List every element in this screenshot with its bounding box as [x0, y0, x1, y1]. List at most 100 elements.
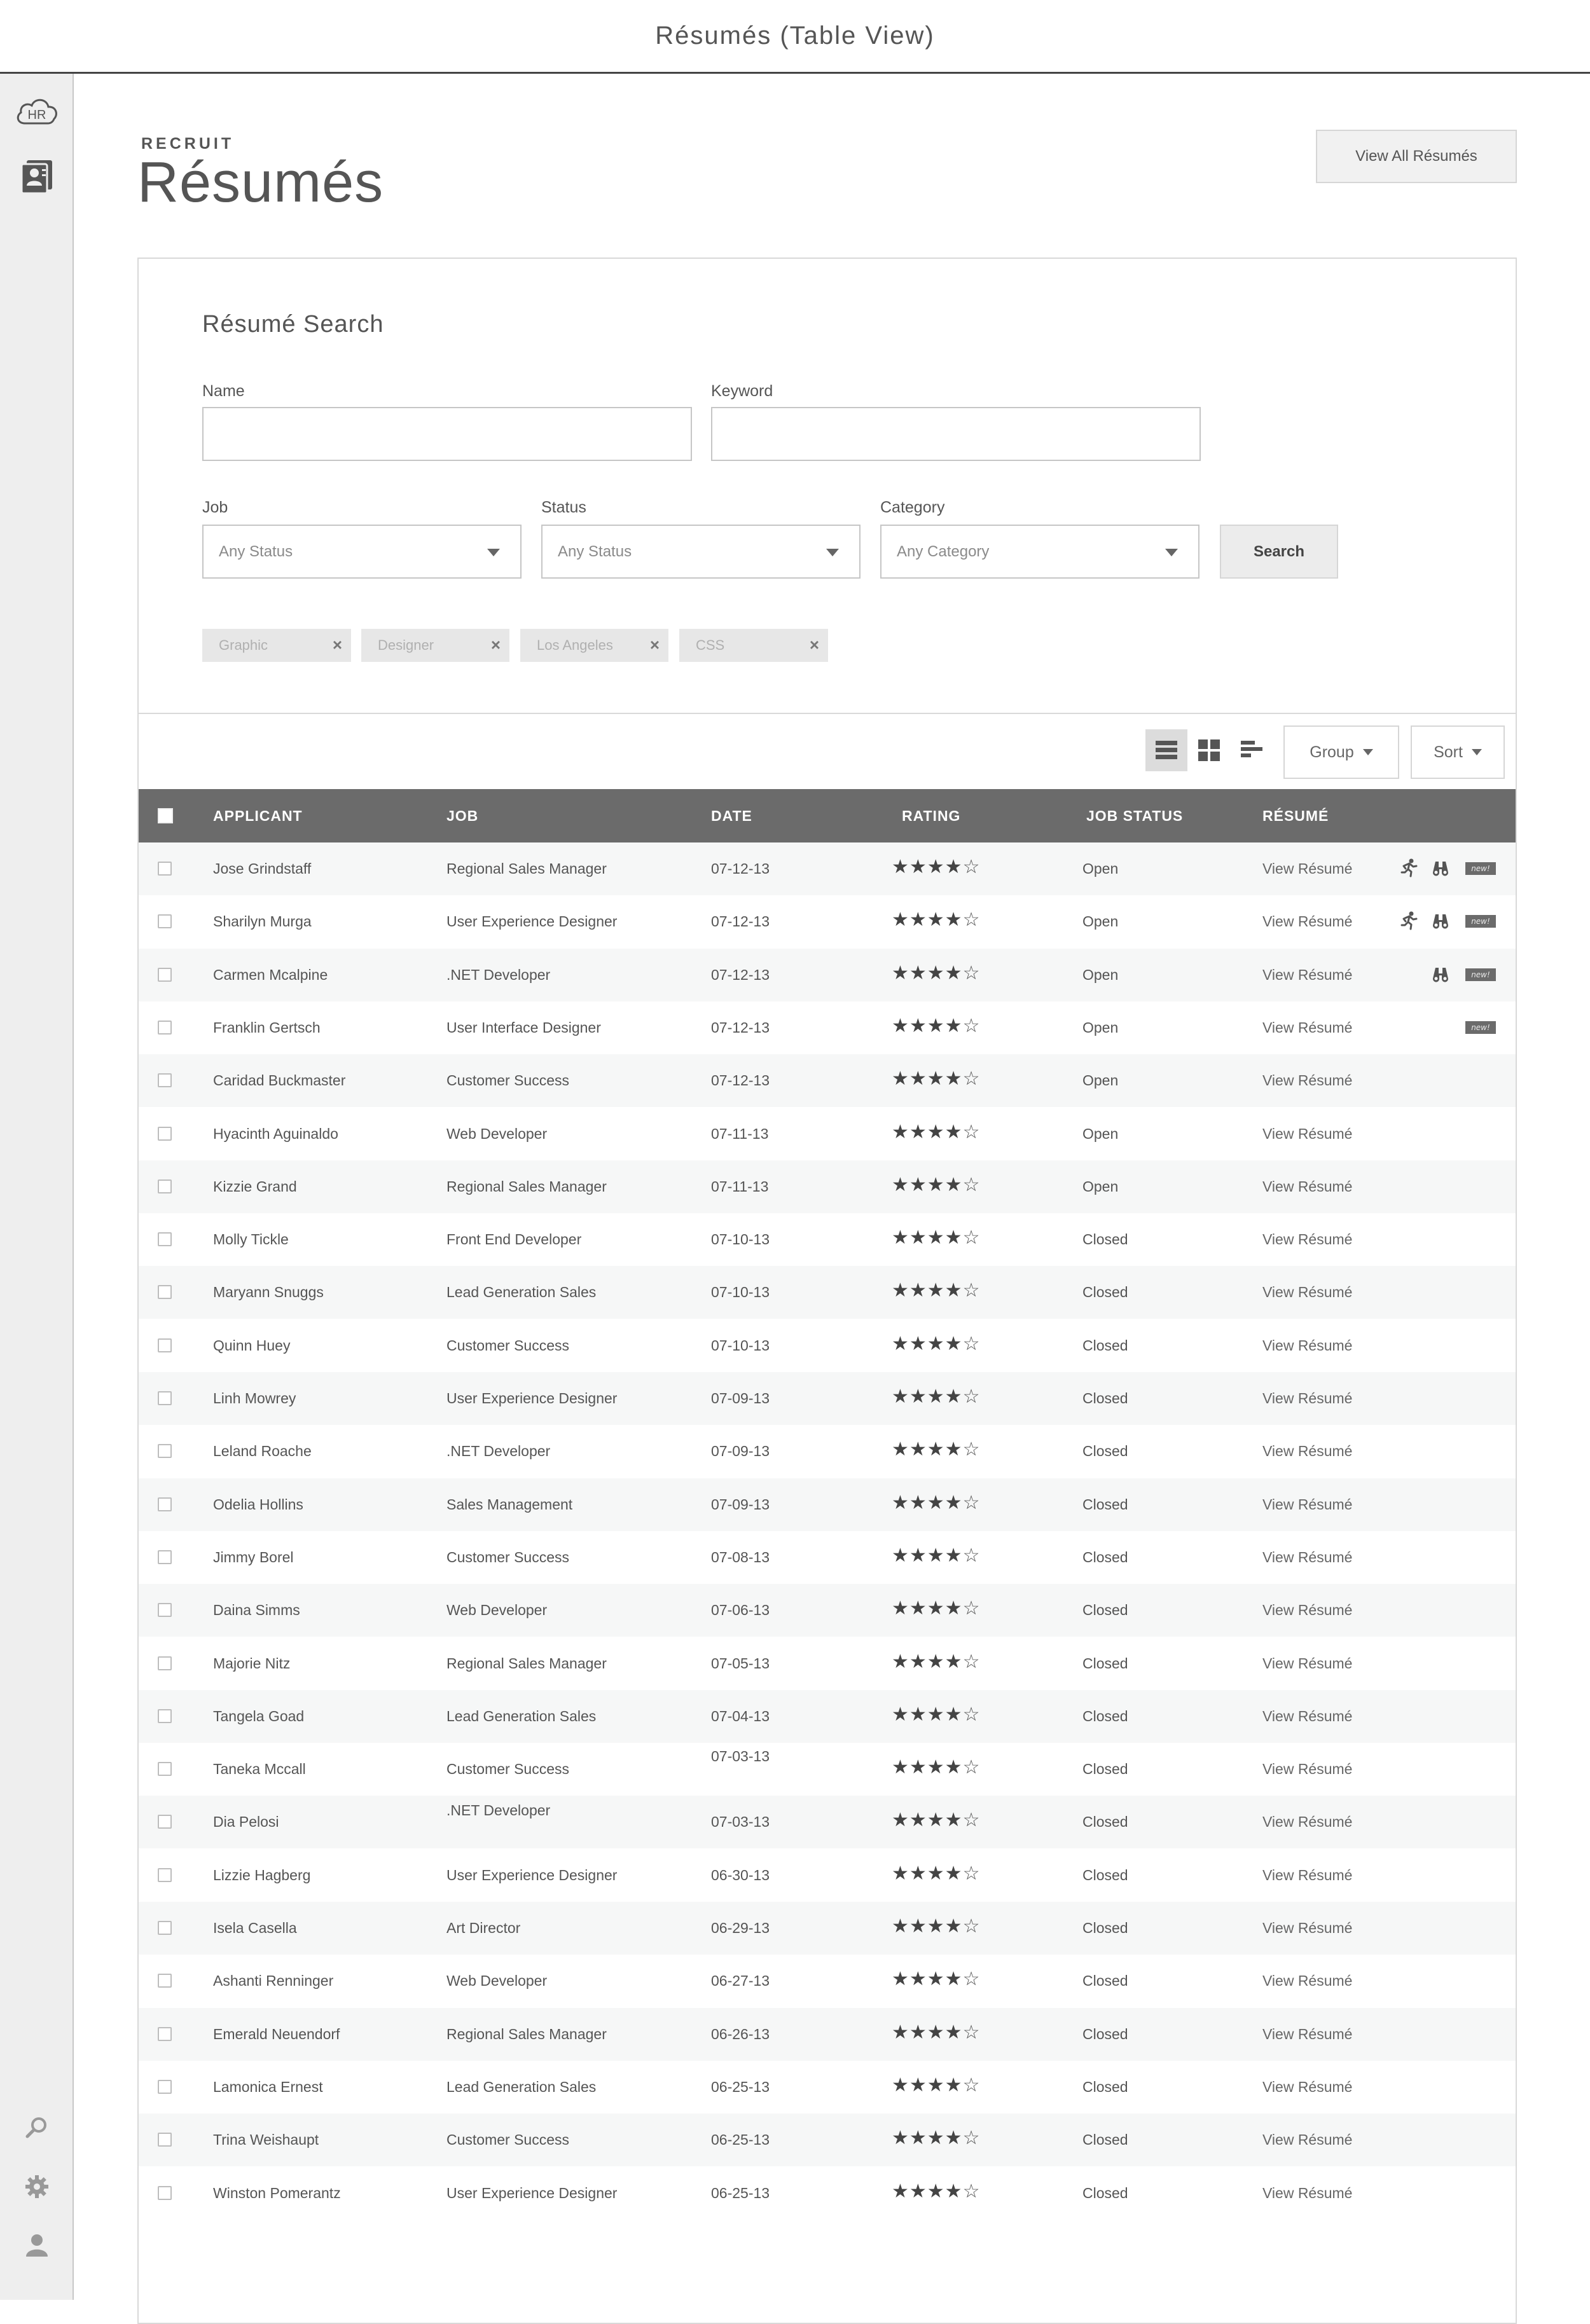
- table-row[interactable]: Carmen Mcalpine .NET Developer 07-12-13 …: [139, 949, 1516, 1001]
- list-view-icon[interactable]: [1145, 729, 1187, 771]
- row-checkbox[interactable]: [158, 1497, 172, 1511]
- view-resume-link[interactable]: View Résumé: [1262, 1655, 1352, 1672]
- row-checkbox[interactable]: [158, 2080, 172, 2094]
- rating-stars[interactable]: ★★★★☆: [892, 856, 980, 878]
- view-resume-link[interactable]: View Résumé: [1262, 913, 1352, 930]
- rating-stars[interactable]: ★★★★☆: [892, 962, 980, 984]
- rating-stars[interactable]: ★★★★☆: [892, 1703, 980, 1726]
- filter-chip[interactable]: CSS ×: [679, 629, 828, 662]
- name-input[interactable]: [202, 407, 692, 461]
- job-select[interactable]: Any Status: [202, 525, 522, 579]
- rating-stars[interactable]: ★★★★☆: [892, 1862, 980, 1885]
- table-row[interactable]: Ashanti Renninger Web Developer 06-27-13…: [139, 1955, 1516, 2007]
- table-row[interactable]: Caridad Buckmaster Customer Success 07-1…: [139, 1054, 1516, 1107]
- keyword-input[interactable]: [711, 407, 1201, 461]
- filter-chip[interactable]: Los Angeles ×: [520, 629, 668, 662]
- view-resume-link[interactable]: View Résumé: [1262, 1972, 1352, 1990]
- column-header-job[interactable]: JOB: [446, 789, 478, 842]
- grid-view-icon[interactable]: [1188, 729, 1230, 771]
- table-row[interactable]: Majorie Nitz Regional Sales Manager 07-0…: [139, 1637, 1516, 1690]
- row-checkbox[interactable]: [158, 1921, 172, 1935]
- view-resume-link[interactable]: View Résumé: [1262, 1443, 1352, 1460]
- row-checkbox[interactable]: [158, 1021, 172, 1035]
- row-checkbox[interactable]: [158, 1868, 172, 1882]
- view-resume-link[interactable]: View Résumé: [1262, 1761, 1352, 1778]
- select-all-checkbox[interactable]: [158, 808, 173, 823]
- close-icon[interactable]: ×: [491, 636, 501, 653]
- rating-stars[interactable]: ★★★★☆: [892, 1174, 980, 1196]
- close-icon[interactable]: ×: [333, 636, 342, 653]
- row-checkbox[interactable]: [158, 1285, 172, 1299]
- table-row[interactable]: Sharilyn Murga User Experience Designer …: [139, 895, 1516, 948]
- rating-stars[interactable]: ★★★★☆: [892, 1015, 980, 1037]
- row-checkbox[interactable]: [158, 1815, 172, 1829]
- category-select[interactable]: Any Category: [880, 525, 1199, 579]
- table-row[interactable]: Maryann Snuggs Lead Generation Sales 07-…: [139, 1266, 1516, 1319]
- view-resume-link[interactable]: View Résumé: [1262, 1920, 1352, 1937]
- view-resume-link[interactable]: View Résumé: [1262, 2185, 1352, 2202]
- column-header-date[interactable]: DATE: [711, 789, 752, 842]
- search-icon[interactable]: [0, 2116, 74, 2139]
- view-resume-link[interactable]: View Résumé: [1262, 1284, 1352, 1301]
- rating-stars[interactable]: ★★★★☆: [892, 1915, 980, 1937]
- table-row[interactable]: Leland Roache .NET Developer 07-09-13 ★★…: [139, 1425, 1516, 1478]
- view-resume-link[interactable]: View Résumé: [1262, 2131, 1352, 2149]
- table-row[interactable]: Trina Weishaupt Customer Success 06-25-1…: [139, 2114, 1516, 2166]
- table-row[interactable]: Molly Tickle Front End Developer 07-10-1…: [139, 1213, 1516, 1266]
- row-checkbox[interactable]: [158, 1232, 172, 1246]
- rating-stars[interactable]: ★★★★☆: [892, 1597, 980, 1619]
- view-resume-link[interactable]: View Résumé: [1262, 1708, 1352, 1725]
- close-icon[interactable]: ×: [810, 636, 819, 653]
- column-header-rating[interactable]: RATING: [902, 789, 960, 842]
- row-checkbox[interactable]: [158, 1073, 172, 1087]
- table-row[interactable]: Winston Pomerantz User Experience Design…: [139, 2167, 1516, 2220]
- row-checkbox[interactable]: [158, 862, 172, 876]
- table-row[interactable]: Dia Pelosi .NET Developer 07-03-13 ★★★★☆…: [139, 1796, 1516, 1848]
- view-resume-link[interactable]: View Résumé: [1262, 1019, 1352, 1036]
- rating-stars[interactable]: ★★★★☆: [892, 2127, 980, 2149]
- column-header-applicant[interactable]: APPLICANT: [213, 789, 303, 842]
- table-row[interactable]: Taneka Mccall Customer Success 07-03-13 …: [139, 1743, 1516, 1796]
- row-checkbox[interactable]: [158, 1179, 172, 1193]
- rating-stars[interactable]: ★★★★☆: [892, 1809, 980, 1831]
- group-button[interactable]: Group: [1283, 725, 1399, 779]
- search-button[interactable]: Search: [1220, 525, 1338, 579]
- table-row[interactable]: Lizzie Hagberg User Experience Designer …: [139, 1849, 1516, 1902]
- table-row[interactable]: Isela Casella Art Director 06-29-13 ★★★★…: [139, 1902, 1516, 1955]
- view-resume-link[interactable]: View Résumé: [1262, 1813, 1352, 1831]
- view-resume-link[interactable]: View Résumé: [1262, 1125, 1352, 1143]
- filter-chip[interactable]: Designer ×: [361, 629, 509, 662]
- view-resume-link[interactable]: View Résumé: [1262, 2026, 1352, 2043]
- row-checkbox[interactable]: [158, 914, 172, 928]
- rating-stars[interactable]: ★★★★☆: [892, 1385, 980, 1408]
- rating-stars[interactable]: ★★★★☆: [892, 2021, 980, 2044]
- rating-stars[interactable]: ★★★★☆: [892, 1279, 980, 1302]
- table-row[interactable]: Jose Grindstaff Regional Sales Manager 0…: [139, 842, 1516, 895]
- table-row[interactable]: Daina Simms Web Developer 07-06-13 ★★★★☆…: [139, 1584, 1516, 1637]
- table-row[interactable]: Emerald Neuendorf Regional Sales Manager…: [139, 2008, 1516, 2061]
- hr-cloud-icon[interactable]: HR: [0, 93, 74, 128]
- view-all-resumes-button[interactable]: View All Résumés: [1316, 130, 1517, 183]
- timeline-view-icon[interactable]: [1231, 729, 1273, 771]
- table-row[interactable]: Lamonica Ernest Lead Generation Sales 06…: [139, 2061, 1516, 2114]
- row-checkbox[interactable]: [158, 1709, 172, 1723]
- gear-icon[interactable]: [0, 2175, 74, 2199]
- row-checkbox[interactable]: [158, 2027, 172, 2041]
- table-row[interactable]: Kizzie Grand Regional Sales Manager 07-1…: [139, 1160, 1516, 1213]
- row-checkbox[interactable]: [158, 1974, 172, 1988]
- view-resume-link[interactable]: View Résumé: [1262, 966, 1352, 984]
- view-resume-link[interactable]: View Résumé: [1262, 860, 1352, 877]
- column-header-job-status[interactable]: JOB STATUS: [1086, 789, 1183, 842]
- rating-stars[interactable]: ★★★★☆: [892, 1438, 980, 1461]
- row-checkbox[interactable]: [158, 968, 172, 982]
- view-resume-link[interactable]: View Résumé: [1262, 1390, 1352, 1407]
- row-checkbox[interactable]: [158, 1603, 172, 1617]
- view-resume-link[interactable]: View Résumé: [1262, 2079, 1352, 2096]
- rating-stars[interactable]: ★★★★☆: [892, 1121, 980, 1143]
- row-checkbox[interactable]: [158, 1550, 172, 1564]
- view-resume-link[interactable]: View Résumé: [1262, 1549, 1352, 1566]
- table-row[interactable]: Linh Mowrey User Experience Designer 07-…: [139, 1372, 1516, 1425]
- rating-stars[interactable]: ★★★★☆: [892, 1756, 980, 1778]
- table-row[interactable]: Tangela Goad Lead Generation Sales 07-04…: [139, 1690, 1516, 1743]
- view-resume-link[interactable]: View Résumé: [1262, 1337, 1352, 1354]
